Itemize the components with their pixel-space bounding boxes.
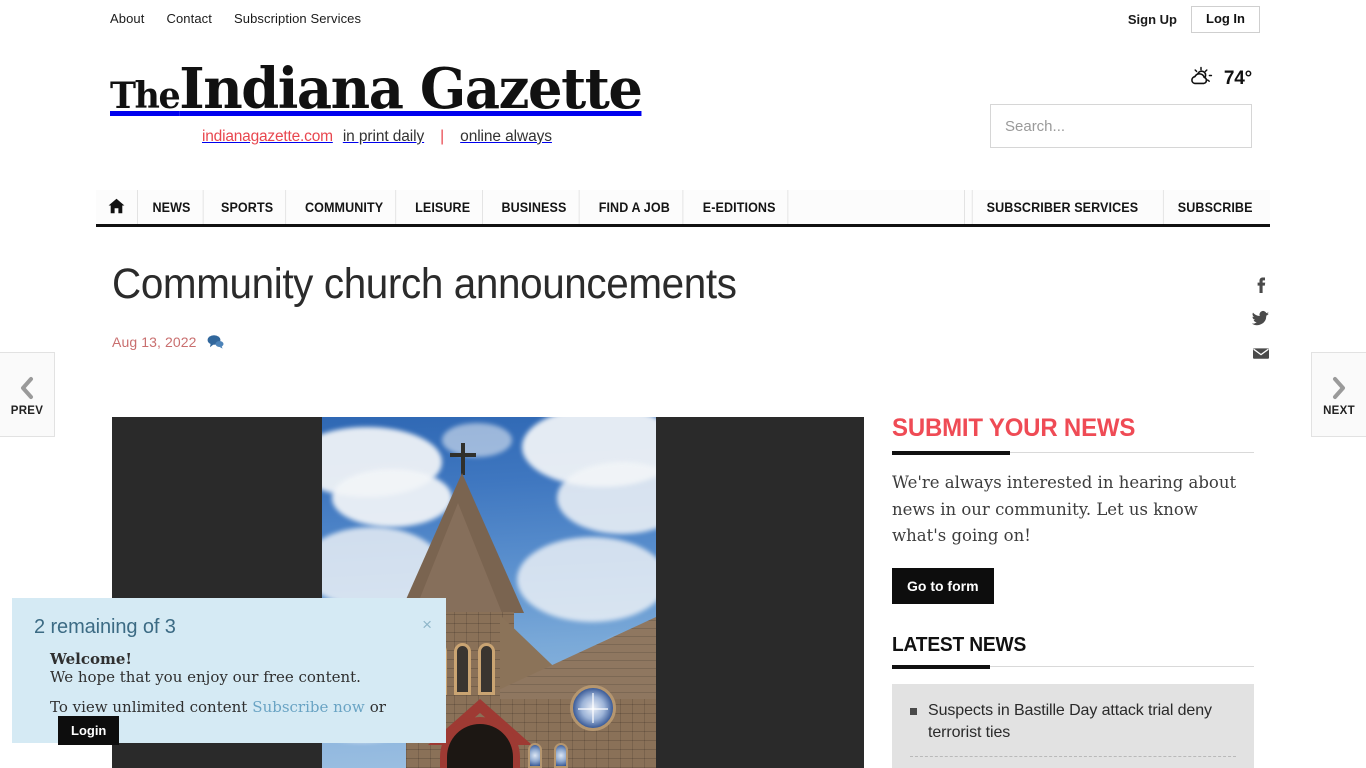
- steeple-cross-horizontal: [450, 453, 476, 457]
- email-icon[interactable]: [1252, 344, 1270, 362]
- paywall-welcome-line: Welcome! We hope that you enjoy our free…: [50, 650, 426, 686]
- next-article-button[interactable]: NEXT: [1311, 352, 1366, 437]
- paywall-or-text: or: [369, 698, 386, 716]
- utility-bar: About Contact Subscription Services Sign…: [0, 0, 1366, 40]
- rose-window: [570, 685, 616, 731]
- latest-news-rule: [892, 664, 1254, 669]
- submit-news-body: We're always interested in hearing about…: [892, 473, 1237, 545]
- tower-window-3: [478, 643, 495, 695]
- submit-news-block: SUBMIT YOUR NEWS We're always interested…: [892, 414, 1254, 604]
- nav-item-community[interactable]: COMMUNITY: [293, 190, 397, 224]
- nav-item-business[interactable]: BUSINESS: [490, 190, 580, 224]
- list-item[interactable]: Suspects in Bastille Day attack trial de…: [910, 700, 1236, 757]
- logo-main: Indiana Gazette: [179, 56, 643, 122]
- logo-tagline: indianagazette.com in print daily | onli…: [110, 128, 670, 146]
- log-in-button[interactable]: Log In: [1191, 6, 1260, 34]
- utility-link-contact[interactable]: Contact: [166, 11, 212, 26]
- utility-link-about[interactable]: About: [110, 11, 144, 26]
- home-icon: [108, 198, 125, 217]
- subscribe-now-link[interactable]: Subscribe now: [252, 698, 364, 716]
- nav-item-leisure[interactable]: LEISURE: [403, 190, 484, 224]
- paywall-title: 2 remaining of 3: [34, 616, 176, 638]
- chevron-right-icon: [1328, 373, 1350, 403]
- logo-the: The: [110, 75, 181, 117]
- sidebar: SUBMIT YOUR NEWS We're always interested…: [892, 414, 1254, 768]
- main-navigation: NEWS SPORTS COMMUNITY LEISURE BUSINESS F…: [96, 190, 1270, 227]
- logo-wordmark: TheIndiana Gazette: [110, 58, 653, 127]
- search-box: [990, 104, 1252, 148]
- facebook-icon[interactable]: [1252, 276, 1270, 294]
- nav-item-home[interactable]: [96, 190, 138, 224]
- logo-tagline-left: in print daily: [342, 128, 425, 145]
- latest-news-link-1[interactable]: Suspects in Bastille Day attack trial de…: [928, 700, 1236, 744]
- logo-tagline-separator: |: [440, 128, 445, 145]
- prev-article-button[interactable]: PREV: [0, 352, 55, 437]
- masthead: TheIndiana Gazette indianagazette.com in…: [0, 40, 1366, 184]
- comment-bubbles-icon[interactable]: [207, 334, 224, 349]
- next-label: NEXT: [1323, 404, 1355, 417]
- prev-label: PREV: [10, 404, 44, 417]
- chevron-left-icon: [16, 373, 38, 403]
- latest-news-list: Suspects in Bastille Day attack trial de…: [892, 683, 1254, 768]
- sign-up-link[interactable]: Sign Up: [1128, 12, 1177, 28]
- close-icon[interactable]: ×: [422, 616, 432, 633]
- account-actions: Sign Up Log In: [1128, 6, 1260, 34]
- article-date: Aug 13, 2022: [112, 333, 197, 350]
- paywall-login-button[interactable]: Login: [58, 716, 120, 745]
- nav-right-group: SUBSCRIBER SERVICES SUBSCRIBE: [965, 190, 1270, 224]
- logo-site-url: indianagazette.com: [202, 128, 333, 145]
- weather-widget[interactable]: 74°: [1190, 66, 1252, 91]
- logo-tagline-right: online always: [460, 128, 552, 145]
- nave-window-1: [528, 743, 542, 768]
- latest-news-block: LATEST NEWS Suspects in Bastille Day att…: [892, 634, 1254, 768]
- paywall-notice: 2 remaining of 3 × Welcome! We hope that…: [12, 598, 446, 745]
- article-meta: Aug 13, 2022: [112, 334, 864, 350]
- nav-item-subscriber-services[interactable]: SUBSCRIBER SERVICES: [971, 190, 1151, 224]
- tower-window-2: [454, 643, 471, 695]
- sun-behind-cloud-icon: [1190, 66, 1216, 91]
- site-logo[interactable]: TheIndiana Gazette indianagazette.com in…: [110, 58, 670, 146]
- submit-news-heading: SUBMIT YOUR NEWS: [892, 414, 1136, 442]
- share-bar: [1251, 276, 1270, 362]
- nav-spacer: [792, 190, 965, 224]
- article-header: Community church announcements Aug 13, 2…: [112, 260, 864, 350]
- page-title: Community church announcements: [112, 260, 737, 308]
- submit-news-rule: [892, 451, 1254, 455]
- paywall-line2-prefix: To view unlimited content: [50, 698, 248, 716]
- nav-item-sports[interactable]: SPORTS: [209, 190, 287, 224]
- go-to-form-button[interactable]: Go to form: [892, 567, 994, 604]
- steeple-cross-vertical: [461, 443, 465, 475]
- paywall-action-line: To view unlimited content Subscribe now …: [50, 698, 426, 745]
- paywall-welcome-bold: Welcome!: [50, 650, 133, 668]
- latest-news-heading: LATEST NEWS: [892, 633, 1027, 656]
- nav-item-news[interactable]: NEWS: [140, 190, 204, 224]
- utility-link-subscription-services[interactable]: Subscription Services: [234, 11, 361, 26]
- temperature-value: 74°: [1223, 67, 1252, 89]
- nav-item-e-editions[interactable]: E-EDITIONS: [690, 190, 789, 224]
- nave-window-2: [554, 743, 568, 768]
- twitter-icon[interactable]: [1251, 310, 1270, 328]
- bullet-icon: [910, 707, 917, 715]
- steeple-roof-shade: [414, 503, 502, 613]
- nav-item-subscribe[interactable]: SUBSCRIBE: [1162, 190, 1266, 224]
- utility-links: About Contact Subscription Services: [110, 11, 361, 26]
- paywall-welcome-rest: We hope that you enjoy our free content.: [50, 668, 361, 686]
- nav-item-find-a-job[interactable]: FIND A JOB: [587, 190, 684, 224]
- page-root: About Contact Subscription Services Sign…: [0, 0, 1366, 768]
- search-input[interactable]: [990, 104, 1252, 148]
